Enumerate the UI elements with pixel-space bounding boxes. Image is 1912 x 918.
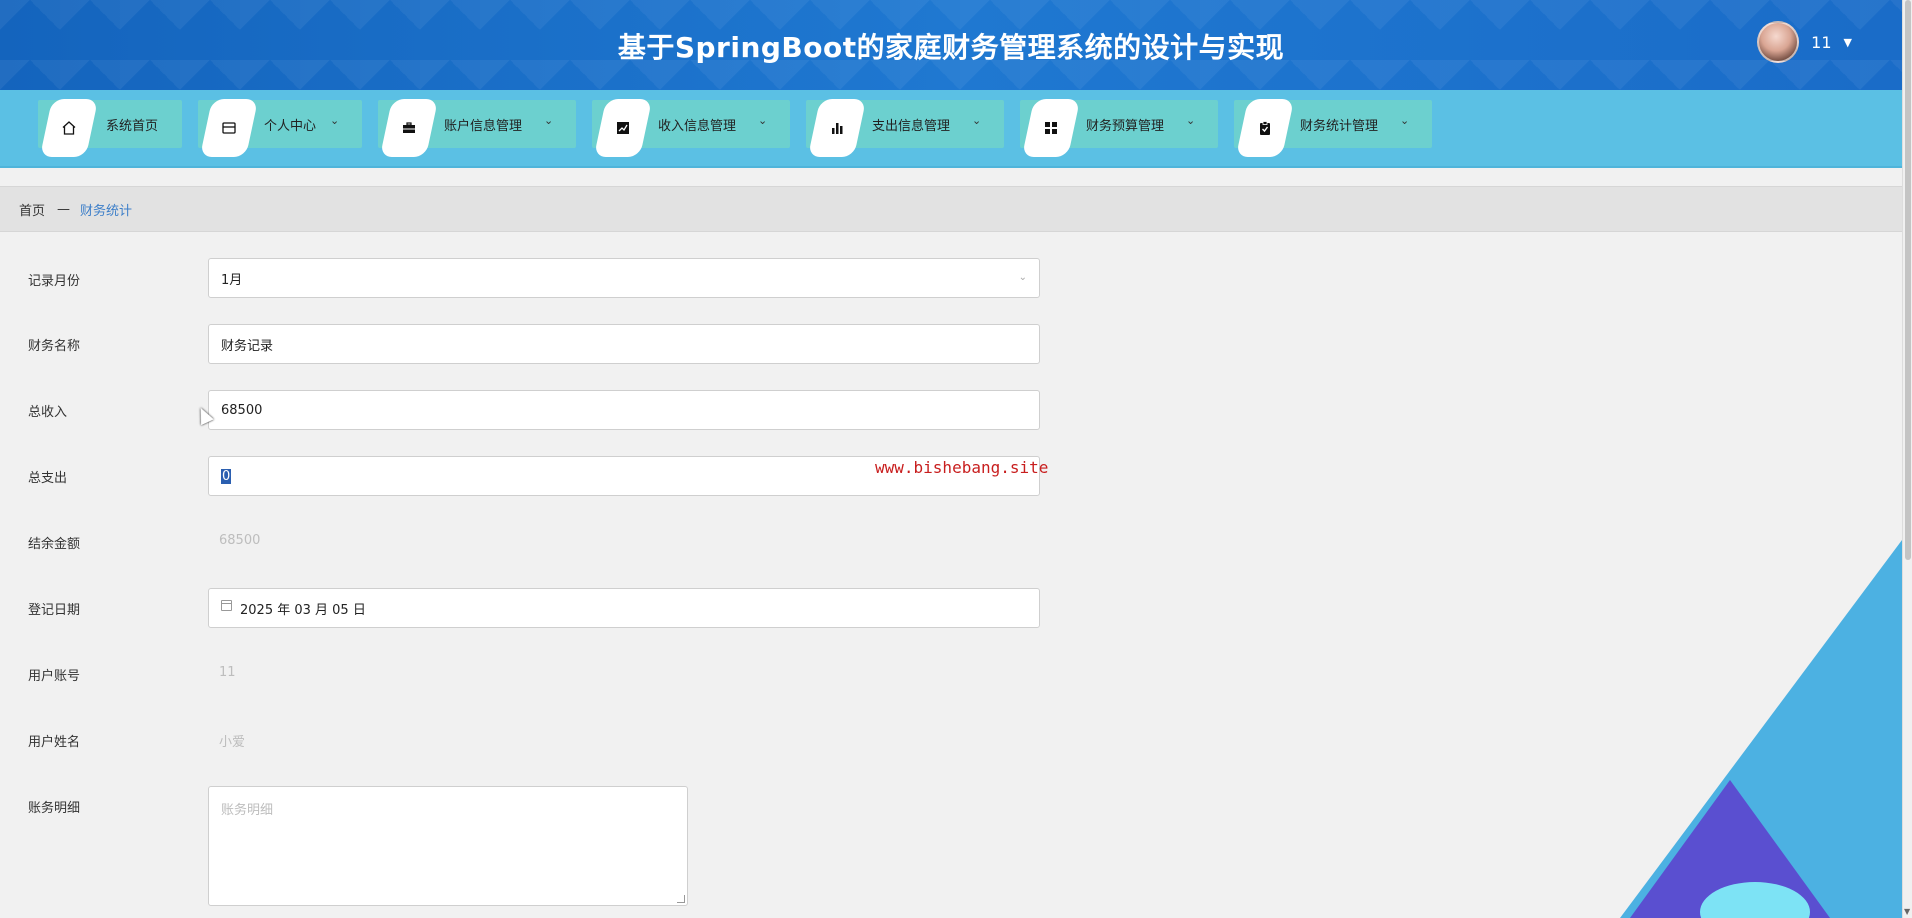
account-label: 用户账号	[28, 669, 81, 684]
grid-icon	[1041, 118, 1061, 138]
finance-name-value: 财务记录	[221, 338, 274, 354]
account-value: 11	[219, 665, 236, 680]
nav-item-expense[interactable]: 支出信息管理 ⌄	[806, 99, 1004, 157]
chevron-down-icon: ⌄	[1400, 114, 1410, 127]
nav-icon-container	[1021, 99, 1081, 157]
header-bar: 基于SpringBoot的家庭财务管理系统的设计与实现 11 ▼	[0, 0, 1902, 90]
month-select[interactable]: 1月 ⌄	[208, 258, 1040, 298]
nav-item-home[interactable]: 系统首页	[38, 99, 182, 157]
nav-item-account[interactable]: 账户信息管理 ⌄	[378, 99, 576, 157]
nav-item-personal[interactable]: 个人中心 ⌄	[198, 99, 362, 157]
nav-label: 账户信息管理	[444, 119, 523, 134]
balance-value: 68500	[219, 533, 261, 548]
nav-icon-container	[199, 99, 259, 157]
chevron-down-icon: ⌄	[1186, 114, 1196, 127]
main-nav: 系统首页 个人中心 ⌄ 账户信息管理 ⌄ 收入信息管理 ⌄ 支出信息管理 ⌄ 财…	[0, 90, 1902, 168]
nav-item-income[interactable]: 收入信息管理 ⌄	[592, 99, 790, 157]
nav-label: 支出信息管理	[872, 119, 951, 134]
nav-label: 收入信息管理	[658, 119, 737, 134]
nav-item-stats[interactable]: 财务统计管理 ⌄	[1234, 99, 1432, 157]
username-label: 用户姓名	[28, 735, 81, 750]
calendar-icon	[221, 599, 232, 611]
clipboard-check-icon	[1255, 118, 1275, 138]
chevron-down-icon: ⌄	[758, 114, 768, 127]
date-picker[interactable]: 2025 年 03 月 05 日	[208, 588, 1040, 628]
watermark: www.bishebang.site	[875, 458, 1049, 477]
vertical-scrollbar[interactable]: ▼	[1902, 0, 1912, 918]
caret-down-icon[interactable]: ▼	[1844, 36, 1852, 49]
nav-icon-container	[1235, 99, 1295, 157]
nav-item-budget[interactable]: 财务预算管理 ⌄	[1020, 99, 1218, 157]
nav-icon-container	[593, 99, 653, 157]
briefcase-icon	[399, 118, 419, 138]
trend-chart-icon	[613, 118, 633, 138]
bar-chart-icon	[827, 118, 847, 138]
decorative-shapes	[1620, 540, 1902, 918]
nav-label: 个人中心	[264, 119, 317, 134]
income-input[interactable]: 68500	[208, 390, 1040, 430]
month-label: 记录月份	[28, 274, 81, 289]
page-title: 基于SpringBoot的家庭财务管理系统的设计与实现	[617, 31, 1285, 64]
chevron-down-icon: ⌄	[1018, 272, 1027, 283]
nav-label: 系统首页	[106, 119, 159, 134]
expense-value: 0	[221, 468, 232, 484]
income-label: 总收入	[28, 405, 68, 420]
balance-label: 结余金额	[28, 537, 81, 552]
id-card-icon	[219, 118, 239, 138]
breadcrumb-home[interactable]: 首页	[19, 200, 45, 219]
finance-name-input[interactable]: 财务记录	[208, 324, 1040, 364]
home-icon	[59, 118, 79, 138]
breadcrumb-current: 财务统计	[80, 203, 133, 219]
username-label[interactable]: 11	[1811, 33, 1831, 52]
username-value: 小爱	[219, 735, 246, 750]
resize-grip-icon[interactable]	[677, 895, 685, 903]
chevron-down-icon: ⌄	[972, 114, 982, 127]
chevron-down-icon: ⌄	[544, 114, 554, 127]
chevron-down-icon: ⌄	[330, 114, 340, 127]
breadcrumb: 首页 — 财务统计	[0, 186, 1902, 232]
user-menu[interactable]: 11 ▼	[1757, 21, 1852, 63]
detail-label: 账务明细	[28, 801, 81, 816]
month-select-value: 1月	[221, 272, 243, 288]
name-label: 财务名称	[28, 339, 81, 354]
date-value: 2025 年 03 月 05 日	[240, 602, 366, 618]
scroll-down-arrow-icon[interactable]: ▼	[1904, 907, 1910, 916]
date-label: 登记日期	[28, 603, 81, 618]
scrollbar-thumb[interactable]	[1905, 0, 1911, 560]
nav-label: 财务统计管理	[1300, 119, 1379, 134]
nav-icon-container	[39, 99, 99, 157]
expense-label: 总支出	[28, 471, 68, 486]
nav-icon-container	[807, 99, 867, 157]
income-value: 68500	[221, 402, 263, 418]
nav-label: 财务预算管理	[1086, 119, 1165, 134]
avatar[interactable]	[1757, 21, 1800, 63]
breadcrumb-separator: —	[57, 201, 71, 217]
detail-textarea[interactable]: 账务明细	[208, 786, 688, 906]
detail-placeholder: 账务明细	[221, 803, 274, 818]
nav-icon-container	[379, 99, 439, 157]
